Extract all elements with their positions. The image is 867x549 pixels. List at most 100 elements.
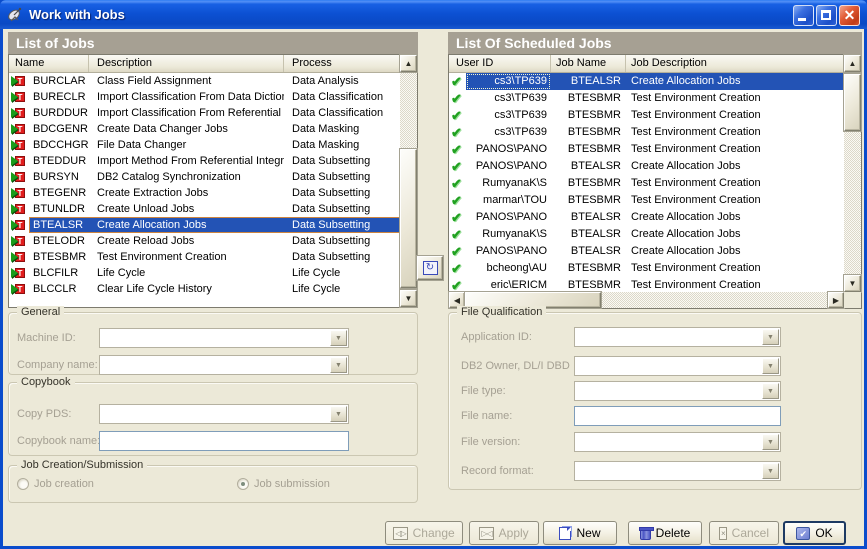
scheduled-job-row[interactable]: ✔cs3\TP639BTESBMRTest Environment Creati… bbox=[449, 124, 844, 141]
green-arrow-icon bbox=[11, 220, 18, 230]
column-header-job-name[interactable]: Job Name bbox=[551, 55, 626, 72]
job-row[interactable]: TBTELODRCreate Reload JobsData Subsettin… bbox=[9, 233, 400, 249]
scheduled-job-row[interactable]: ✔cs3\TP639BTESBMRTest Environment Creati… bbox=[449, 90, 844, 107]
job-row-cells: BLCCLRClear Life Cycle HistoryLife Cycle bbox=[29, 281, 400, 297]
job-row[interactable]: TBURCLARClass Field AssignmentData Analy… bbox=[9, 73, 400, 89]
file-version-label: File version: bbox=[461, 436, 520, 448]
new-button[interactable]: New bbox=[543, 521, 617, 545]
job-description-cell: Import Classification From Data Diction.… bbox=[89, 89, 284, 105]
scheduled-job-row-icons: ✔ bbox=[449, 209, 466, 226]
job-submission-radio[interactable]: Job submission bbox=[237, 478, 330, 490]
chevron-down-icon[interactable]: ▼ bbox=[762, 383, 779, 399]
job-row[interactable]: TBTESBMRTest Environment CreationData Su… bbox=[9, 249, 400, 265]
scroll-down-icon[interactable]: ▼ bbox=[400, 290, 417, 307]
company-name-combobox[interactable]: ▼ bbox=[99, 355, 349, 375]
file-version-combobox[interactable]: ▼ bbox=[574, 432, 781, 452]
user-id-cell: bcheong\AU bbox=[466, 260, 551, 277]
scroll-up-icon[interactable]: ▲ bbox=[400, 55, 417, 72]
job-description-cell: DB2 Catalog Synchronization bbox=[89, 169, 284, 185]
titlebar[interactable]: Work with Jobs ✕ bbox=[0, 0, 867, 29]
job-row-icons: T bbox=[9, 169, 29, 185]
maximize-button[interactable] bbox=[816, 5, 837, 26]
scheduled-job-row[interactable]: ✔PANOS\PANOBTEALSRCreate Allocation Jobs bbox=[449, 209, 844, 226]
job-row-cells: BTEGENRCreate Extraction JobsData Subset… bbox=[29, 185, 400, 201]
green-arrow-icon bbox=[11, 204, 18, 214]
jobs-list-header: Name Description Process bbox=[9, 55, 400, 73]
sync-jobs-button[interactable]: ↻ bbox=[417, 256, 443, 280]
scrollbar-thumb[interactable] bbox=[400, 149, 417, 288]
scheduled-job-row[interactable]: ✔PANOS\PANOBTEALSRCreate Allocation Jobs bbox=[449, 243, 844, 260]
job-name-cell: BDCGENR bbox=[29, 121, 89, 137]
scheduled-job-row[interactable]: ✔PANOS\PANOBTEALSRCreate Allocation Jobs bbox=[449, 158, 844, 175]
job-description-cell: Test Environment Creation bbox=[89, 249, 284, 265]
chevron-down-icon[interactable]: ▼ bbox=[330, 357, 347, 373]
file-type-combobox[interactable]: ▼ bbox=[574, 381, 781, 401]
copybook-name-field-wrap bbox=[99, 431, 349, 451]
column-header-job-description[interactable]: Job Description bbox=[626, 55, 844, 72]
job-row[interactable]: TBURECLRImport Classification From Data … bbox=[9, 89, 400, 105]
job-description-cell: Create Allocation Jobs bbox=[626, 73, 844, 90]
job-row[interactable]: TBLCFILRLife CycleLife Cycle bbox=[9, 265, 400, 281]
scroll-right-icon[interactable]: ▶ bbox=[828, 292, 844, 308]
minimize-button[interactable] bbox=[793, 5, 814, 26]
scheduled-job-row-icons: ✔ bbox=[449, 107, 466, 124]
file-name-input[interactable] bbox=[575, 408, 780, 426]
column-header-name[interactable]: Name bbox=[9, 55, 89, 72]
column-header-process[interactable]: Process bbox=[284, 55, 400, 72]
radio-icon[interactable] bbox=[237, 478, 249, 490]
copy-pds-combobox[interactable]: ▼ bbox=[99, 404, 349, 424]
scheduled-job-row[interactable]: ✔cs3\TP639BTEALSRCreate Allocation Jobs bbox=[449, 73, 844, 90]
chevron-down-icon[interactable]: ▼ bbox=[762, 463, 779, 479]
green-arrow-icon bbox=[11, 172, 18, 182]
job-row[interactable]: TBLCCLRClear Life Cycle HistoryLife Cycl… bbox=[9, 281, 400, 297]
scheduled-jobs-vscrollbar[interactable]: ▲ ▼ bbox=[844, 55, 861, 292]
job-row[interactable]: TBDCGENRCreate Data Changer JobsData Mas… bbox=[9, 121, 400, 137]
chevron-down-icon[interactable]: ▼ bbox=[762, 329, 779, 345]
scheduled-job-row[interactable]: ✔bcheong\AUBTESBMRTest Environment Creat… bbox=[449, 260, 844, 277]
job-creation-group-title: Job Creation/Submission bbox=[17, 459, 147, 471]
scheduled-job-row[interactable]: ✔RumyanaK\SBTESBMRTest Environment Creat… bbox=[449, 175, 844, 192]
job-row[interactable]: TBTEDDURImport Method From Referential I… bbox=[9, 153, 400, 169]
user-id-cell: cs3\TP639 bbox=[466, 124, 551, 141]
job-row[interactable]: TBURSYNDB2 Catalog SynchronizationData S… bbox=[9, 169, 400, 185]
green-arrow-icon bbox=[11, 140, 18, 150]
job-row[interactable]: TBURDDURImport Classification From Refer… bbox=[9, 105, 400, 121]
job-row[interactable]: TBTUNLDRCreate Unload JobsData Subsettin… bbox=[9, 201, 400, 217]
job-row[interactable]: TBTEALSRCreate Allocation JobsData Subse… bbox=[9, 217, 400, 233]
job-row-icons: T bbox=[9, 249, 29, 265]
application-id-combobox[interactable]: ▼ bbox=[574, 327, 781, 347]
scroll-up-icon[interactable]: ▲ bbox=[844, 55, 861, 72]
scheduled-job-row[interactable]: ✔marmar\TOUBTESBMRTest Environment Creat… bbox=[449, 192, 844, 209]
job-name-cell: BTEALSR bbox=[551, 158, 626, 175]
chevron-down-icon[interactable]: ▼ bbox=[762, 358, 779, 374]
jobs-list-vscrollbar[interactable]: ▲ ▼ bbox=[400, 55, 417, 307]
delete-button[interactable]: Delete bbox=[628, 521, 702, 545]
jobs-list-body: TBURCLARClass Field AssignmentData Analy… bbox=[9, 73, 400, 307]
scheduled-job-row[interactable]: ✔cs3\TP639BTESBMRTest Environment Creati… bbox=[449, 107, 844, 124]
chevron-down-icon[interactable]: ▼ bbox=[330, 330, 347, 346]
job-creation-radio[interactable]: Job creation bbox=[17, 478, 94, 490]
job-row[interactable]: TBTEGENRCreate Extraction JobsData Subse… bbox=[9, 185, 400, 201]
scheduled-job-row[interactable]: ✔RumyanaK\SBTEALSRCreate Allocation Jobs bbox=[449, 226, 844, 243]
machine-id-combobox[interactable]: ▼ bbox=[99, 328, 349, 348]
job-row[interactable]: TBDCCHGRFile Data ChangerData Masking bbox=[9, 137, 400, 153]
close-button[interactable]: ✕ bbox=[839, 5, 860, 26]
new-button-label: New bbox=[576, 526, 600, 540]
db2-owner-dl-i-dbd-combobox[interactable]: ▼ bbox=[574, 356, 781, 376]
job-name-cell: BDCCHGR bbox=[29, 137, 89, 153]
scheduled-job-row[interactable]: ✔PANOS\PANOBTESBMRTest Environment Creat… bbox=[449, 141, 844, 158]
chevron-down-icon[interactable]: ▼ bbox=[330, 406, 347, 422]
record-format-combobox[interactable]: ▼ bbox=[574, 461, 781, 481]
jobs-list: Name Description Process TBURCLARClass F… bbox=[8, 54, 418, 308]
ok-button[interactable]: ✔OK bbox=[783, 521, 846, 545]
scheduled-job-row[interactable]: ✔eric\ERICMBTESBMRTest Environment Creat… bbox=[449, 277, 844, 292]
chevron-down-icon[interactable]: ▼ bbox=[762, 434, 779, 450]
radio-icon[interactable] bbox=[17, 478, 29, 490]
column-header-user-id[interactable]: User ID bbox=[449, 55, 551, 72]
scrollbar-thumb[interactable] bbox=[844, 74, 861, 131]
copybook-name-input[interactable] bbox=[100, 433, 348, 451]
green-check-icon: ✔ bbox=[451, 90, 462, 107]
scroll-down-icon[interactable]: ▼ bbox=[844, 275, 861, 292]
green-arrow-icon bbox=[11, 124, 18, 134]
column-header-description[interactable]: Description bbox=[89, 55, 284, 72]
